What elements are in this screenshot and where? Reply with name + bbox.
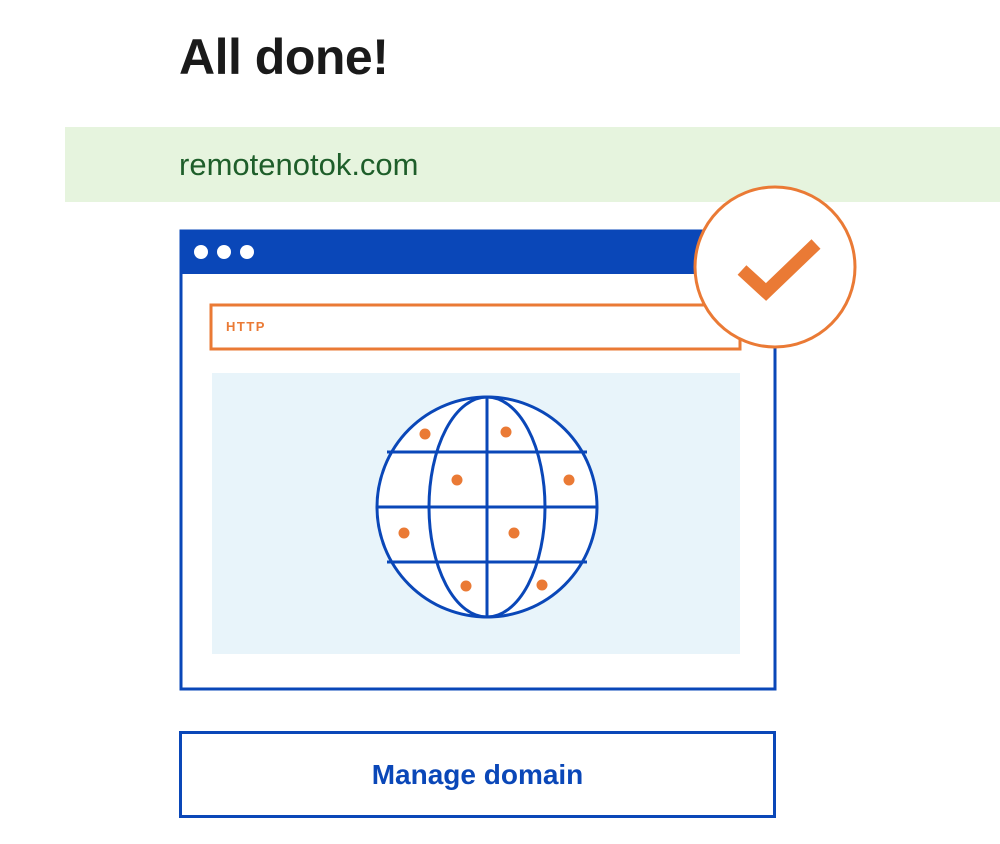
window-dot-icon — [217, 245, 231, 259]
address-bar-label: HTTP — [226, 319, 266, 334]
address-bar: HTTP — [209, 303, 742, 351]
browser-content-area — [212, 373, 740, 654]
browser-titlebar — [180, 230, 776, 274]
globe-dots — [398, 426, 575, 592]
checkmark-icon — [693, 185, 857, 349]
domain-banner: remotenotok.com — [65, 127, 1000, 202]
window-dot-icon — [240, 245, 254, 259]
window-dot-icon — [194, 245, 208, 259]
page-title: All done! — [179, 29, 389, 85]
browser-window — [179, 229, 777, 691]
manage-domain-button[interactable]: Manage domain — [179, 731, 776, 818]
globe-icon — [375, 395, 599, 619]
domain-name: remotenotok.com — [179, 147, 419, 182]
